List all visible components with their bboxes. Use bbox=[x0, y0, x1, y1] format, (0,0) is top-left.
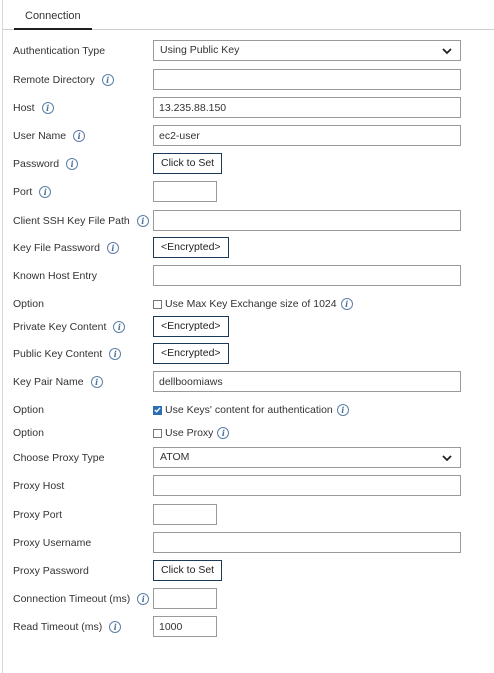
info-icon[interactable]: i bbox=[73, 130, 86, 142]
user-name-input[interactable] bbox=[153, 125, 461, 146]
checkmark-icon bbox=[154, 407, 161, 413]
key-pair-name-label: Key Pair Name i bbox=[13, 370, 103, 394]
proxy-host-label: Proxy Host bbox=[13, 480, 65, 492]
option-label: Option bbox=[13, 404, 44, 416]
password-set-button[interactable]: Click to Set bbox=[153, 153, 223, 174]
proxy-password-label: Proxy Password bbox=[13, 565, 89, 577]
port-label: Port i bbox=[13, 180, 52, 204]
info-icon[interactable]: i bbox=[39, 186, 52, 198]
remote-directory-label: Remote Directory i bbox=[13, 68, 114, 92]
proxy-type-value: ATOM bbox=[160, 451, 190, 463]
proxy-password-set-button[interactable]: Click to Set bbox=[153, 560, 223, 581]
use-proxy-checkbox[interactable] bbox=[153, 428, 162, 438]
user-name-label: User Name i bbox=[13, 124, 86, 148]
info-icon[interactable]: i bbox=[66, 158, 79, 170]
keys-content-checkbox-wrap: Use Keys' content for authentication i bbox=[153, 398, 349, 422]
read-timeout-row: Read Timeout (ms) i bbox=[0, 615, 494, 639]
proxy-host-input[interactable] bbox=[153, 475, 461, 496]
auth-type-select[interactable]: Using Public Key bbox=[153, 40, 461, 61]
option-keys-content-row: Option Use Keys' content for authenticat… bbox=[0, 398, 494, 422]
public-key-row: Public Key Content i <Encrypted> bbox=[0, 342, 494, 366]
proxy-checkbox-wrap: Use Proxy i bbox=[153, 421, 230, 445]
proxy-type-row: Choose Proxy Type ATOM bbox=[0, 446, 494, 470]
tab-connection[interactable]: Connection bbox=[14, 4, 92, 30]
host-label: Host i bbox=[13, 96, 54, 120]
proxy-username-row: Proxy Username bbox=[0, 531, 494, 555]
port-row: Port i bbox=[0, 180, 494, 204]
auth-type-label: Authentication Type bbox=[13, 45, 106, 57]
info-icon[interactable]: i bbox=[90, 376, 103, 388]
remote-directory-input[interactable] bbox=[153, 69, 461, 90]
key-file-password-row: Key File Password i <Encrypted> bbox=[0, 236, 494, 260]
info-icon[interactable]: i bbox=[41, 102, 54, 114]
port-input[interactable] bbox=[153, 181, 217, 202]
use-proxy-text: Use Proxy bbox=[165, 427, 214, 439]
auth-type-row: Authentication Type Using Public Key bbox=[0, 39, 494, 63]
private-key-label: Private Key Content i bbox=[13, 315, 126, 339]
info-icon[interactable]: i bbox=[109, 621, 122, 633]
option-label: Option bbox=[13, 298, 44, 310]
info-icon[interactable]: i bbox=[137, 593, 150, 605]
read-timeout-label: Read Timeout (ms) i bbox=[13, 615, 122, 639]
public-key-label: Public Key Content i bbox=[13, 342, 122, 366]
option-proxy-row: Option Use Proxy i bbox=[0, 421, 494, 445]
max-key-text: Use Max Key Exchange size of 1024 bbox=[165, 298, 337, 310]
option-max-key-row: Option Use Max Key Exchange size of 1024… bbox=[0, 292, 494, 316]
host-input[interactable] bbox=[153, 97, 461, 118]
chevron-down-icon bbox=[442, 455, 452, 462]
connection-timeout-label: Connection Timeout (ms) i bbox=[13, 587, 150, 611]
max-key-checkbox[interactable] bbox=[153, 299, 162, 309]
host-row: Host i bbox=[0, 96, 494, 120]
auth-type-value: Using Public Key bbox=[160, 44, 240, 56]
proxy-password-row: Proxy Password Click to Set bbox=[0, 559, 494, 583]
private-key-row: Private Key Content i <Encrypted> bbox=[0, 315, 494, 339]
read-timeout-input[interactable] bbox=[153, 616, 217, 637]
known-host-label: Known Host Entry bbox=[13, 270, 98, 282]
keys-content-text: Use Keys' content for authentication bbox=[165, 404, 333, 416]
info-icon[interactable]: i bbox=[136, 215, 149, 227]
ssh-key-path-row: Client SSH Key File Path i bbox=[0, 209, 494, 233]
ssh-key-path-label: Client SSH Key File Path i bbox=[13, 209, 149, 233]
option-label: Option bbox=[13, 427, 44, 439]
keys-content-checkbox[interactable] bbox=[153, 405, 162, 415]
connection-timeout-input[interactable] bbox=[153, 588, 217, 609]
key-pair-name-row: Key Pair Name i bbox=[0, 370, 494, 394]
private-key-button[interactable]: <Encrypted> bbox=[153, 316, 229, 337]
proxy-host-row: Proxy Host bbox=[0, 474, 494, 498]
info-icon[interactable]: i bbox=[101, 74, 114, 86]
info-icon[interactable]: i bbox=[113, 321, 126, 333]
proxy-username-input[interactable] bbox=[153, 532, 461, 553]
ssh-key-path-input[interactable] bbox=[153, 210, 461, 231]
public-key-button[interactable]: <Encrypted> bbox=[153, 343, 229, 364]
tab-bar: Connection bbox=[2, 0, 494, 30]
key-file-password-button[interactable]: <Encrypted> bbox=[153, 237, 229, 258]
proxy-type-select[interactable]: ATOM bbox=[153, 447, 461, 468]
info-icon[interactable]: i bbox=[217, 427, 230, 439]
connection-timeout-row: Connection Timeout (ms) i bbox=[0, 587, 494, 611]
known-host-input[interactable] bbox=[153, 265, 461, 286]
key-file-password-label: Key File Password i bbox=[13, 236, 119, 260]
password-row: Password i Click to Set bbox=[0, 152, 494, 176]
info-icon[interactable]: i bbox=[340, 298, 353, 310]
proxy-port-input[interactable] bbox=[153, 504, 217, 525]
proxy-port-label: Proxy Port bbox=[13, 509, 63, 521]
proxy-port-row: Proxy Port bbox=[0, 503, 494, 527]
chevron-down-icon bbox=[442, 48, 452, 55]
user-name-row: User Name i bbox=[0, 124, 494, 148]
proxy-username-label: Proxy Username bbox=[13, 537, 92, 549]
known-host-row: Known Host Entry bbox=[0, 264, 494, 288]
info-icon[interactable]: i bbox=[336, 404, 349, 416]
password-label: Password i bbox=[13, 152, 79, 176]
info-icon[interactable]: i bbox=[106, 242, 119, 254]
remote-directory-row: Remote Directory i bbox=[0, 68, 494, 92]
proxy-type-label: Choose Proxy Type bbox=[13, 452, 105, 464]
key-pair-name-input[interactable] bbox=[153, 371, 461, 392]
max-key-checkbox-wrap: Use Max Key Exchange size of 1024 i bbox=[153, 292, 353, 316]
info-icon[interactable]: i bbox=[109, 348, 122, 360]
